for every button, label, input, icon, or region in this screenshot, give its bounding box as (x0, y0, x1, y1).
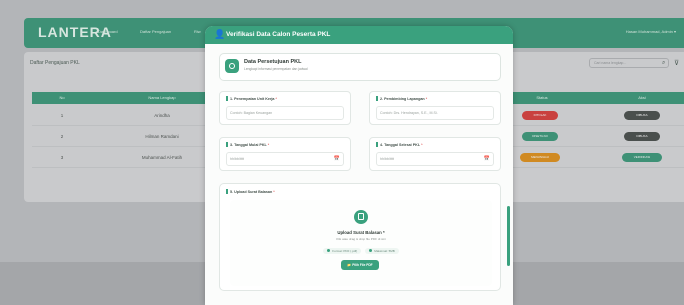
th-no: No (59, 95, 65, 100)
upload-requirements: Format: PDF (.pdf) Maksimal: 5MB (230, 248, 492, 254)
nav-dashboard[interactable]: Dashboard (98, 29, 118, 34)
nav-riwayat[interactable]: Riw (194, 29, 201, 34)
modal-title: Verifikasi Data Calon Peserta PKL (226, 31, 331, 38)
pembimbing-label: 2. Pembimbing Lapangan * (376, 96, 427, 101)
row-name: Muhammad Al-Fatih (141, 155, 183, 160)
pembimbing-input[interactable]: Contoh: Drs. Hendrayan, S.E., M.Si. (376, 106, 494, 120)
tgl-selesai-field: 4. Tanggal Selesai PKL * hh/bb/tttt 📅 (369, 137, 501, 171)
th-status: Status (536, 95, 548, 100)
unit-kerja-field: 1. Penempatan Unit Kerja * Contoh: Bagia… (219, 91, 351, 125)
section-subtitle: Lengkapi informasi penempatan dan jadwal (244, 67, 308, 71)
user-check-icon: 👤 (214, 29, 226, 39)
unit-kerja-input[interactable]: Contoh: Bagian Keuangan (226, 106, 344, 120)
upload-label: 5. Upload Surat Balasan * (226, 189, 275, 194)
section-card: Data Persetujuan PKL Lengkapi informasi … (219, 53, 501, 81)
pembimbing-field: 2. Pembimbing Lapangan * Contoh: Drs. He… (369, 91, 501, 125)
filter-icon[interactable]: ⊽ (674, 59, 679, 67)
nav-daftar-pengajuan[interactable]: Daftar Pengajuan (140, 29, 171, 34)
user-menu[interactable]: Hasan Muhammad, Admin ▾ (626, 29, 676, 34)
calendar-icon[interactable]: 📅 (484, 156, 490, 162)
verify-button[interactable]: VERIFIKASI (622, 153, 662, 162)
th-name: Nama Lengkap (148, 95, 176, 100)
th-aksi: Aksi (638, 95, 646, 100)
search-icon[interactable]: ⌕ (662, 60, 665, 67)
tgl-selesai-label: 4. Tanggal Selesai PKL * (376, 142, 423, 147)
row-name: Hilman Ramdani (145, 134, 179, 139)
tgl-mulai-field: 3. Tanggal Mulai PKL * hh/bb/tttt 📅 (219, 137, 351, 171)
format-chip: Format: PDF (.pdf) (323, 248, 362, 254)
tgl-mulai-input[interactable]: hh/bb/tttt 📅 (226, 152, 344, 166)
search-input[interactable]: Cari nama lengkap... (589, 58, 669, 68)
status-badge: DISETUJUI (522, 132, 558, 141)
section-title: Data Persetujuan PKL (244, 59, 302, 65)
upload-subtitle: Klik atau drag & drop file PDF di sini (336, 237, 386, 241)
upload-dropzone[interactable]: Upload Surat Balasan * Klik atau drag & … (230, 200, 492, 286)
size-chip: Maksimal: 5MB (365, 248, 399, 254)
upload-card: 5. Upload Surat Balasan * Upload Surat B… (219, 183, 501, 291)
action-button[interactable]: DIBUKA (624, 111, 660, 120)
page-title: Daftar Pengajuan PKL (30, 60, 80, 66)
row-no: 1 (60, 113, 64, 118)
status-badge: MENUNGGU (520, 153, 560, 162)
modal-header: 👤 Verifikasi Data Calon Peserta PKL (205, 26, 513, 44)
clipboard-icon (225, 59, 239, 73)
action-button[interactable]: DIBUKA (624, 132, 660, 141)
status-badge: DITOLAK (522, 111, 558, 120)
modal-scrollbar[interactable] (507, 206, 510, 266)
file-upload-icon (354, 210, 368, 224)
unit-kerja-label: 1. Penempatan Unit Kerja * (226, 96, 277, 101)
upload-title: Upload Surat Balasan * (337, 230, 385, 235)
tgl-selesai-input[interactable]: hh/bb/tttt 📅 (376, 152, 494, 166)
tgl-mulai-label: 3. Tanggal Mulai PKL * (226, 142, 269, 147)
row-no: 3 (60, 155, 64, 160)
verification-modal: 👤 Verifikasi Data Calon Peserta PKL Data… (205, 26, 513, 305)
row-name: Arindha (154, 113, 170, 118)
row-no: 2 (60, 134, 64, 139)
calendar-icon[interactable]: 📅 (334, 156, 340, 162)
pick-pdf-button[interactable]: 📁 Pilih File PDF (341, 260, 379, 270)
